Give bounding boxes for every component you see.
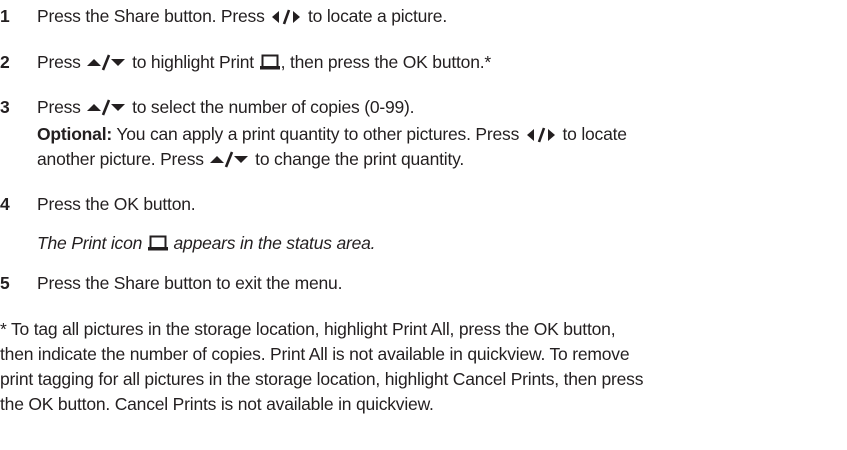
print-icon: [259, 53, 281, 76]
step-3-optional: Optional: You can apply a print quantity…: [37, 123, 627, 148]
footnote-line: * To tag all pictures in the storage loc…: [0, 319, 616, 339]
up-down-arrows-icon: [85, 53, 127, 76]
footnote-line: then indicate the number of copies. Prin…: [0, 344, 630, 364]
optional-label: Optional:: [37, 124, 112, 144]
step-number: 4: [0, 194, 10, 214]
optional-text: to change the print quantity.: [255, 149, 465, 169]
up-down-arrows-icon: [85, 98, 127, 121]
up-down-arrows-icon: [208, 150, 250, 173]
step-text: to highlight Print: [132, 52, 254, 72]
left-right-arrows-icon: [269, 8, 303, 30]
note-text: The Print icon: [37, 233, 143, 253]
instruction-page: 1 Press the Share button. Press to locat…: [0, 0, 847, 450]
left-right-arrows-icon: [524, 126, 558, 148]
step-text: Press the Share button. Press: [37, 6, 265, 26]
print-icon: [147, 234, 169, 257]
optional-text: to locate: [562, 124, 627, 144]
footnote-line: print tagging for all pictures in the st…: [0, 369, 644, 389]
step-text: Press the OK button.: [37, 194, 196, 214]
footnote-line: the OK button. Cancel Prints is not avai…: [0, 394, 434, 414]
step-text: , then press the OK button.*: [280, 52, 492, 72]
step-number: 2: [0, 52, 10, 72]
step-4-note: The Print icon appears in the status are…: [37, 232, 376, 257]
optional-text: You can apply a print quantity to other …: [116, 124, 520, 144]
step-text: Press: [37, 97, 81, 117]
step-number: 5: [0, 273, 10, 293]
step-text: Press: [37, 52, 81, 72]
step-number: 3: [0, 97, 10, 117]
step-3-optional-cont: another picture. Press to change the pri…: [37, 148, 464, 173]
note-text: appears in the status area.: [173, 233, 376, 253]
step-text: to select the number of copies (0-99).: [132, 97, 415, 117]
step-number: 1: [0, 6, 10, 26]
step-text: Press the Share button to exit the menu.: [37, 273, 343, 293]
optional-text: another picture. Press: [37, 149, 204, 169]
step-text: to locate a picture.: [308, 6, 447, 26]
